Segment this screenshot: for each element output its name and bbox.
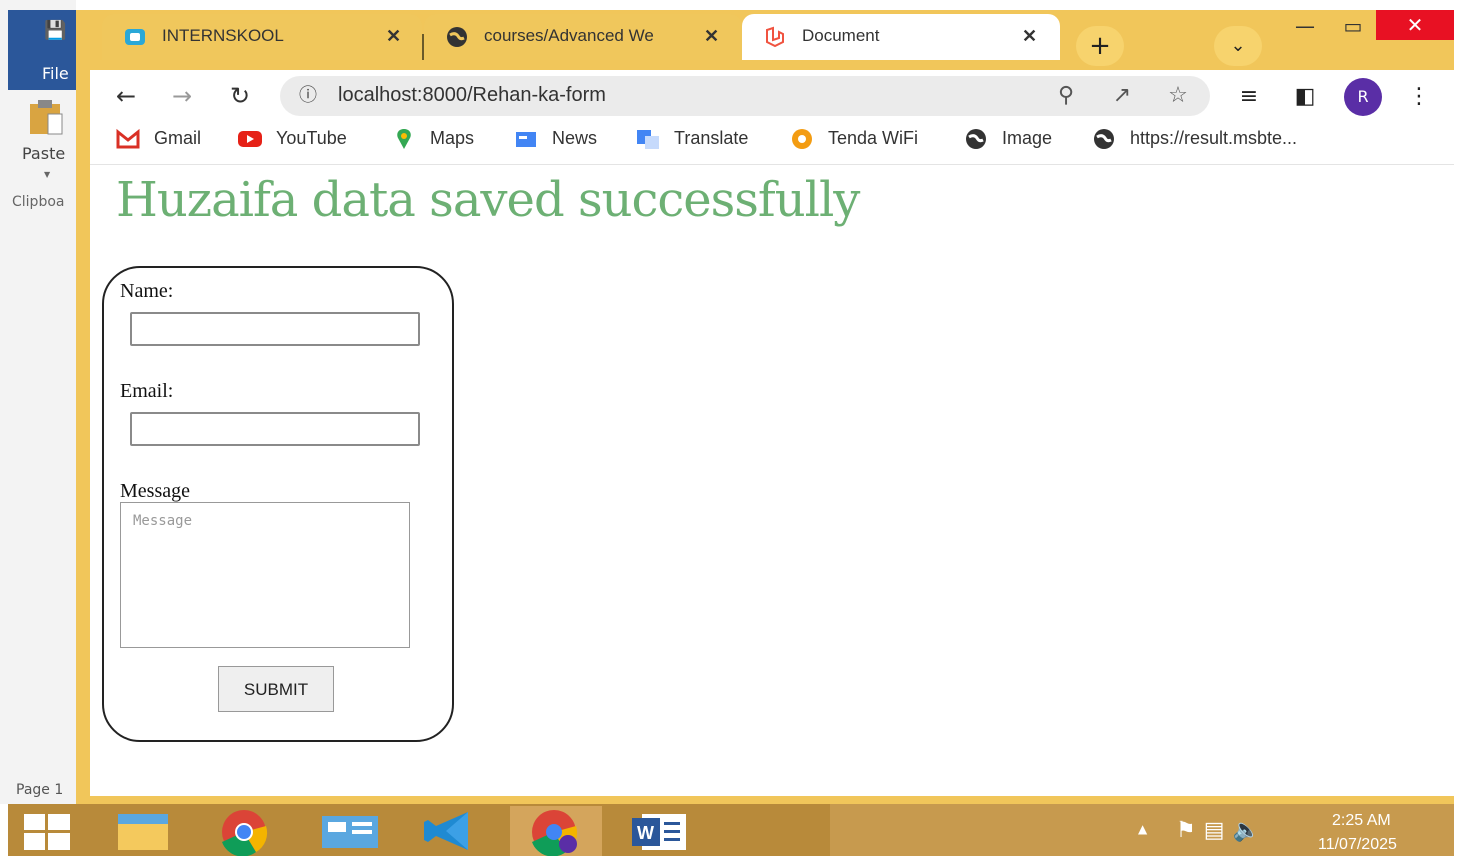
tab-title: INTERNSKOOL [162, 26, 284, 45]
save-icon[interactable]: 💾 [44, 20, 66, 42]
tenda-icon [792, 129, 812, 150]
url-text[interactable]: localhost:8000/Rehan-ka-form [338, 84, 606, 107]
bookmark-tenda[interactable]: Tenda WiFi [790, 128, 918, 154]
close-icon[interactable]: ✕ [386, 26, 401, 47]
gmail-icon [116, 129, 140, 149]
email-input[interactable] [130, 412, 420, 446]
chrome-profile-taskbar-icon[interactable] [510, 806, 602, 857]
file-explorer-taskbar-icon[interactable] [98, 806, 190, 856]
tab-internskool[interactable]: INTERNSKOOL ✕ [102, 14, 422, 60]
new-tab-button[interactable]: + [1076, 26, 1124, 66]
laravel-favicon [766, 26, 784, 48]
clipboard-icon[interactable] [28, 98, 64, 136]
bookmark-translate[interactable]: Translate [636, 128, 748, 154]
internskool-favicon [125, 29, 145, 45]
side-panel-icon[interactable]: ◧ [1290, 82, 1320, 112]
tab-search-chevron-down-icon[interactable]: ⌄ [1214, 26, 1262, 66]
forward-arrow-icon[interactable]: → [166, 80, 198, 112]
submit-button[interactable]: SUBMIT [218, 666, 334, 712]
media-control-icon[interactable]: ≡ [1234, 82, 1264, 112]
control-panel-taskbar-icon[interactable] [304, 806, 396, 856]
name-input[interactable] [130, 312, 420, 346]
info-icon[interactable]: ⓘ [296, 84, 320, 108]
globe-icon [447, 27, 467, 47]
bookmark-msbte[interactable]: https://result.msbte... [1092, 128, 1297, 154]
name-label: Name: [120, 280, 174, 302]
word-taskbar-icon[interactable]: W [612, 806, 704, 856]
close-icon[interactable]: ✕ [704, 26, 719, 47]
word-file-tab[interactable]: File [42, 64, 69, 83]
bookmark-maps[interactable]: Maps [392, 128, 474, 154]
youtube-icon [238, 131, 262, 148]
chrome-taskbar-icon[interactable] [198, 806, 290, 857]
browser-bottom-border [76, 796, 1454, 804]
clipboard-group-label: Clipboa [12, 194, 65, 210]
bookmark-news[interactable]: News [514, 128, 597, 154]
tray-overflow-chevron-icon[interactable]: ▲ [1138, 822, 1147, 836]
globe-icon [966, 129, 986, 150]
page-indicator: Page 1 [16, 782, 64, 798]
share-icon[interactable]: ↗ [1108, 82, 1136, 110]
maximize-icon[interactable]: ▭ [1338, 14, 1368, 40]
windows-start-icon[interactable] [24, 814, 70, 850]
tray-status-icons[interactable]: ⚑▤🔈 [1176, 818, 1268, 843]
chevron-down-icon[interactable]: ▼ [44, 170, 50, 179]
bookmark-gmail[interactable]: Gmail [116, 128, 201, 154]
message-textarea[interactable]: Message [120, 502, 410, 648]
bookmark-star-icon[interactable]: ☆ [1164, 82, 1192, 110]
close-icon[interactable]: ✕ [1022, 26, 1037, 47]
bookmark-image[interactable]: Image [964, 128, 1052, 154]
window-close-icon[interactable]: ✕ [1376, 10, 1454, 40]
back-arrow-icon[interactable]: ← [110, 80, 142, 112]
page-title: Huzaifa data saved successfully [116, 172, 860, 228]
news-icon [516, 132, 536, 148]
globe-icon [1094, 129, 1114, 150]
tab-courses[interactable]: courses/Advanced We ✕ [424, 14, 742, 60]
svg-text:W: W [637, 823, 654, 843]
translate-icon [637, 130, 659, 150]
reload-icon[interactable]: ↻ [224, 80, 256, 112]
zoom-icon[interactable]: ⚲ [1052, 82, 1080, 110]
paste-button-label[interactable]: Paste [22, 144, 65, 163]
maps-icon [397, 129, 411, 150]
email-label: Email: [120, 380, 174, 402]
tab-document[interactable]: Document ✕ [742, 14, 1060, 60]
bookmark-youtube[interactable]: YouTube [238, 128, 347, 154]
clock-time[interactable]: 2:25 AM [1332, 812, 1391, 830]
minimize-icon[interactable]: — [1290, 14, 1320, 40]
clock-date[interactable]: 11/07/2025 [1318, 836, 1397, 854]
browser-left-border [76, 10, 90, 804]
vscode-taskbar-icon[interactable] [406, 806, 498, 856]
message-label: Message [120, 480, 190, 502]
menu-kebab-icon[interactable]: ⋮ [1404, 82, 1434, 112]
avatar[interactable]: R [1344, 78, 1382, 116]
tab-title: Document [802, 26, 880, 45]
tab-title: courses/Advanced We [484, 26, 654, 45]
